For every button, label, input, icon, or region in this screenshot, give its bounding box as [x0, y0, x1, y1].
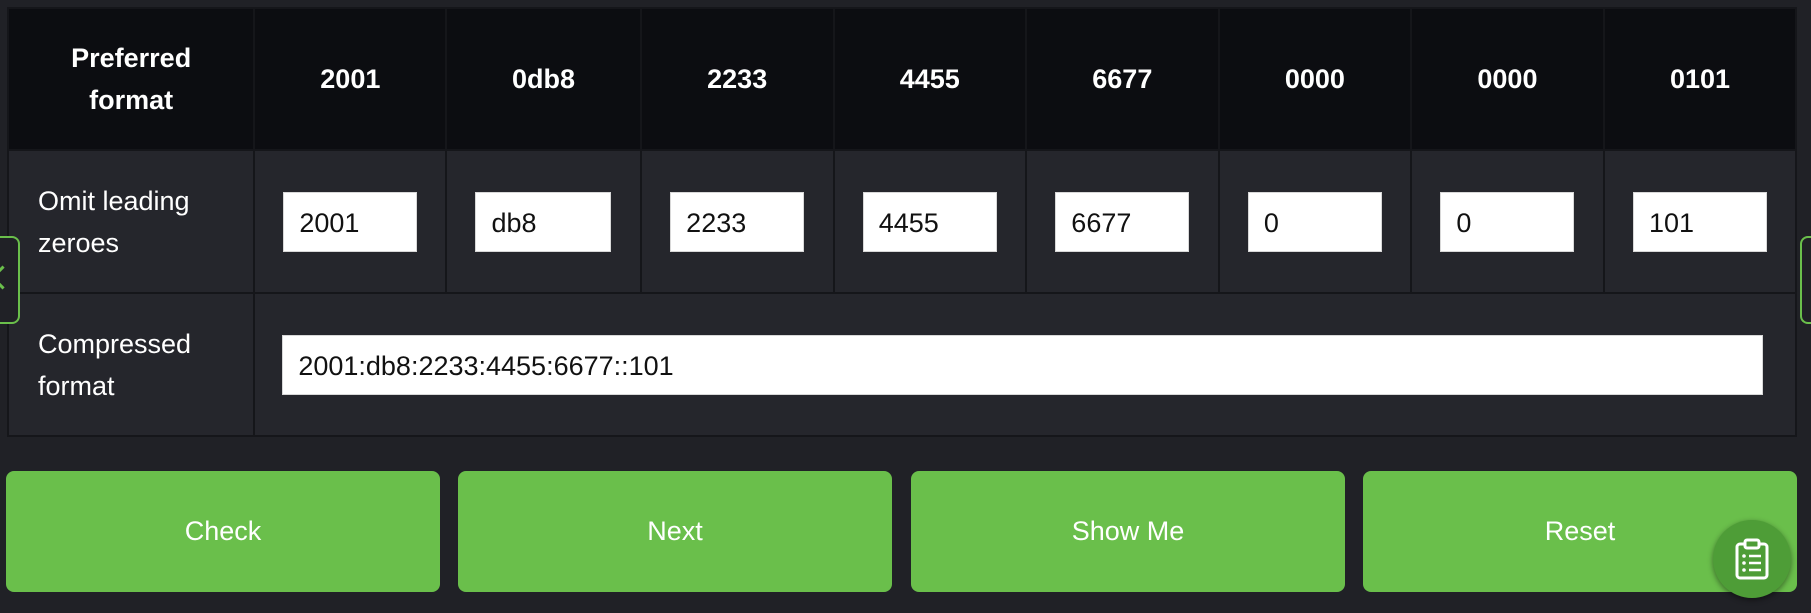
show-me-button[interactable]: Show Me [911, 471, 1345, 592]
check-button[interactable]: Check [6, 471, 440, 592]
omit-zeroes-input-3[interactable]: 2233 [670, 191, 805, 252]
preferred-format-row: Preferred format 2001 0db8 2233 4455 6677… [6, 7, 1797, 151]
omit-zeroes-input-1[interactable]: 2001 [283, 191, 418, 252]
hextet-header: 0101 [1603, 7, 1797, 151]
hextet-header: 6677 [1024, 7, 1220, 151]
omit-zeroes-input-6[interactable]: 0 [1247, 191, 1382, 252]
hextet-header: 0000 [1217, 7, 1412, 151]
hextet-header: 0db8 [445, 7, 642, 151]
omit-zeroes-input-2[interactable]: db8 [475, 191, 612, 252]
omit-leading-zeroes-row: Omit leading zeroes 2001 db8 2233 4455 66… [6, 149, 1797, 294]
omit-zeroes-input-4[interactable]: 4455 [862, 191, 997, 252]
omit-leading-zeroes-label: Omit leading zeroes [6, 149, 256, 294]
ipv6-format-table: Preferred format 2001 0db8 2233 4455 6677… [6, 7, 1797, 437]
clipboard-icon [1735, 538, 1769, 580]
omit-zeroes-input-7[interactable]: 0 [1440, 191, 1575, 252]
omit-zeroes-input-5[interactable]: 6677 [1055, 191, 1190, 252]
hextet-header: 2001 [253, 7, 448, 151]
notes-button[interactable] [1713, 520, 1791, 598]
compressed-format-input[interactable]: 2001:db8:2233:4455:6677::101 [282, 334, 1764, 395]
compressed-format-label: Compressed format [6, 292, 256, 437]
previous-page-tab[interactable] [0, 236, 20, 324]
preferred-format-label: Preferred format [6, 7, 256, 151]
next-page-tab[interactable] [1800, 236, 1811, 324]
compressed-format-row: Compressed format 2001:db8:2233:4455:6677… [6, 292, 1797, 437]
chevron-left-icon [0, 265, 15, 290]
omit-zeroes-input-8[interactable]: 101 [1633, 191, 1767, 252]
next-button[interactable]: Next [458, 471, 892, 592]
hextet-header: 4455 [832, 7, 1027, 151]
hextet-header: 0000 [1409, 7, 1606, 151]
activity-stage: Preferred format 2001 0db8 2233 4455 6677… [0, 0, 1811, 613]
hextet-header: 2233 [639, 7, 835, 151]
